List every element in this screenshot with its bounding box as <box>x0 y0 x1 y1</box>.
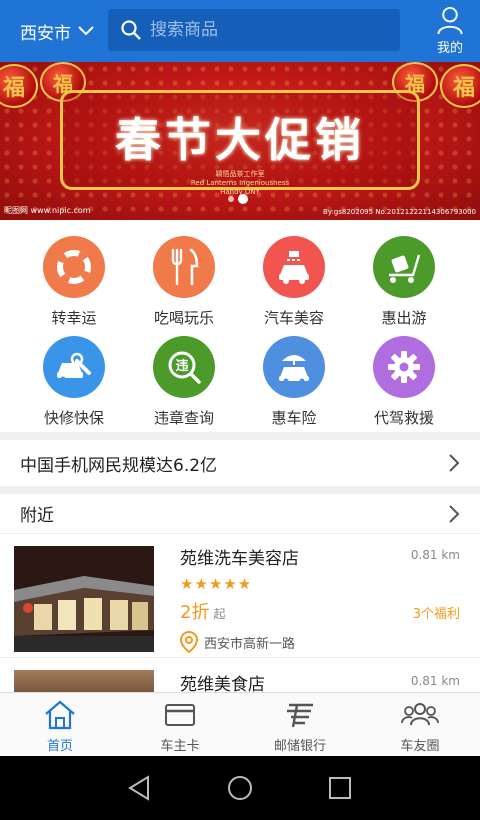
tab-postal-bank[interactable]: 邮储银行 <box>240 693 360 756</box>
tab-label: 车主卡 <box>160 739 200 754</box>
pager-dot-active[interactable] <box>238 194 248 204</box>
grid-item-carwash[interactable]: 汽车美容 <box>239 236 349 332</box>
chevron-down-icon <box>78 26 94 36</box>
tab-car-friends[interactable]: 车友圈 <box>360 693 480 756</box>
me-label: 我的 <box>436 41 463 56</box>
tab-label: 车友圈 <box>400 739 440 754</box>
grid-label: 惠车险 <box>271 409 317 427</box>
tab-label: 首页 <box>46 739 73 754</box>
grid-item-violation[interactable]: 违 违章查询 <box>129 336 239 432</box>
banner-pager <box>228 194 248 204</box>
luggage-cart-icon <box>373 236 435 298</box>
bottom-tab-bar: 首页 车主卡 邮储银行 车友圈 <box>0 692 480 756</box>
car-umbrella-icon <box>263 336 325 398</box>
grid-item-lucky[interactable]: 转幸运 <box>19 236 129 332</box>
city-selector[interactable]: 西安市 <box>20 19 100 44</box>
search-input[interactable] <box>150 20 390 40</box>
notice-text: 中国手机网民规模达6.2亿 <box>20 455 218 476</box>
lifebuoy-icon <box>43 236 105 298</box>
car-wash-icon <box>263 236 325 298</box>
grid-item-repair[interactable]: 快修快保 <box>19 336 129 432</box>
banner-watermark-right: By:gs8202095 No.20121222114306793000 <box>323 208 476 216</box>
system-nav-bar <box>0 756 480 820</box>
recents-icon[interactable] <box>326 774 354 802</box>
lantern-right-2: 福 <box>440 64 480 108</box>
grid-label: 代驾救援 <box>373 409 434 427</box>
grid-label: 吃喝玩乐 <box>153 309 214 327</box>
user-icon <box>437 6 463 35</box>
chevron-right-icon <box>449 454 460 472</box>
grid-label: 惠出游 <box>381 309 427 327</box>
shop-name: 苑维美食店 <box>180 675 265 694</box>
tab-label: 邮储银行 <box>273 739 326 754</box>
shop-thumbnail <box>14 546 154 652</box>
violation-search-icon: 违 <box>153 336 215 398</box>
shop-distance: 0.81 km <box>410 548 460 562</box>
banner-headline: 春节大促销 <box>115 113 365 167</box>
grid-label: 违章查询 <box>153 409 214 427</box>
search-box[interactable] <box>108 9 400 51</box>
shop-card[interactable]: 苑维美食店 0.81 km <box>0 658 480 694</box>
back-icon[interactable] <box>126 774 154 802</box>
service-grid: 转幸运 吃喝玩乐 汽车美容 惠出游 快修快保 违 违章查询 惠车险 代驾救援 <box>0 220 480 432</box>
banner-watermark-left: 昵图网 www.nipic.com <box>4 206 91 215</box>
car-wrench-icon <box>43 336 105 398</box>
chevron-right-icon <box>449 504 460 523</box>
postal-bank-icon <box>287 703 313 728</box>
grid-label: 转幸运 <box>51 309 97 327</box>
shop-thumbnail <box>14 670 154 694</box>
grid-label: 快修快保 <box>43 409 104 427</box>
nearby-title: 附近 <box>20 506 54 526</box>
shop-address: 西安市高新一路 <box>180 631 295 653</box>
shop-name: 苑维洗车美容店 <box>180 549 299 569</box>
gear-icon <box>373 336 435 398</box>
tab-home[interactable]: 首页 <box>0 693 120 756</box>
top-bar: 西安市 我的 <box>0 0 480 62</box>
city-label: 西安市 <box>20 23 71 44</box>
grid-item-insurance[interactable]: 惠车险 <box>239 336 349 432</box>
grid-label: 汽车美容 <box>263 309 324 327</box>
rating-stars: ★★★★★ <box>180 575 253 593</box>
search-icon <box>121 20 141 40</box>
shop-benefit: 3个福利 <box>412 607 460 622</box>
tab-owner-card[interactable]: 车主卡 <box>120 693 240 756</box>
app-screen: 西安市 我的 福 福 福 福 春节大促销 颖悟品茶工作室 Red Lantern… <box>0 0 480 820</box>
news-notice-row[interactable]: 中国手机网民规模达6.2亿 <box>0 440 480 486</box>
pager-dot[interactable] <box>228 196 234 202</box>
svg-text:违: 违 <box>175 358 188 374</box>
friends-icon <box>401 703 439 726</box>
shop-card[interactable]: 苑维洗车美容店 0.81 km ★★★★★ 2折起 3个福利 西安市高新一路 <box>0 534 480 658</box>
home-icon <box>45 700 75 730</box>
nearby-section: 附近 苑维洗车美容店 0.81 km ★★★★★ 2折 起 3个福利 西安市高新… <box>0 494 480 694</box>
me-button[interactable]: 我的 <box>432 6 468 56</box>
banner-studio-text: 颖悟品茶工作室 Red Lanterns Ingeniousness Handy… <box>190 170 290 196</box>
shop-distance: 0.81 km <box>410 674 460 688</box>
home-circle-icon[interactable] <box>226 774 254 802</box>
card-icon <box>165 704 195 726</box>
grid-item-travel[interactable]: 惠出游 <box>349 236 459 332</box>
fork-knife-icon <box>153 236 215 298</box>
grid-item-rescue[interactable]: 代驾救援 <box>349 336 459 432</box>
grid-item-food[interactable]: 吃喝玩乐 <box>129 236 239 332</box>
nearby-header[interactable]: 附近 <box>0 494 480 534</box>
shop-discount: 2折起 <box>180 602 226 623</box>
location-pin-icon <box>180 631 198 653</box>
